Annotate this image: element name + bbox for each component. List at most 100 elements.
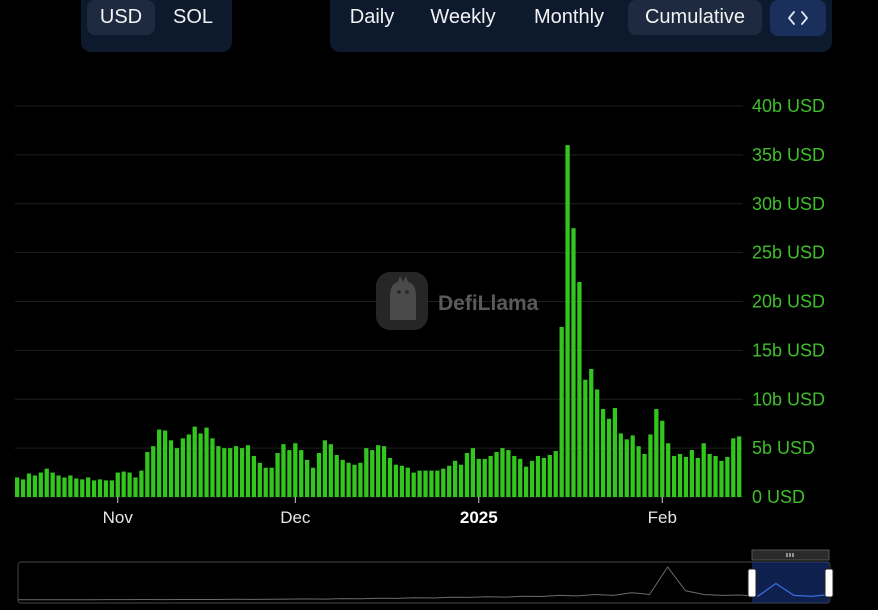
bar (370, 450, 375, 497)
bar (198, 433, 203, 497)
bar (683, 456, 689, 497)
bar (251, 455, 257, 497)
bar (399, 465, 404, 497)
bar (80, 479, 85, 497)
bar (541, 457, 547, 497)
bar (737, 436, 742, 497)
bar (257, 462, 262, 497)
bar (103, 480, 109, 497)
bar (642, 453, 647, 497)
overview-selection (752, 562, 829, 603)
bar (210, 438, 215, 497)
bar (524, 466, 529, 497)
y-tick-label: 15b USD (752, 340, 825, 360)
bar (464, 453, 470, 497)
bar (62, 477, 67, 497)
bar (86, 477, 91, 497)
bar (346, 462, 351, 497)
bar (376, 445, 381, 497)
y-tick-label: 10b USD (752, 389, 825, 409)
bar (458, 464, 464, 497)
bar (364, 448, 369, 498)
bar (186, 434, 191, 497)
bar (121, 471, 126, 497)
bar (725, 456, 730, 497)
y-tick-label: 35b USD (752, 145, 825, 165)
bar (713, 455, 718, 497)
llama-logo-icon (376, 272, 428, 330)
x-tick-label: Feb (648, 508, 677, 527)
bar-chart: DefiLlama 0 USD 5b USD 10b USD 15b USD 20b U… (15, 96, 834, 604)
bar (577, 281, 582, 497)
bar (305, 459, 310, 497)
bar (429, 470, 434, 497)
bar (677, 453, 683, 497)
bar (411, 472, 416, 497)
bar (583, 379, 588, 497)
bar (287, 450, 292, 497)
watermark-text: DefiLlama (438, 292, 539, 315)
bar (233, 446, 239, 497)
defillama-watermark: DefiLlama (376, 272, 539, 330)
bar (157, 429, 162, 497)
bar (334, 454, 339, 497)
bar (91, 480, 97, 497)
bar (216, 446, 221, 497)
bar (168, 440, 174, 497)
bar (488, 455, 493, 497)
bar (600, 409, 606, 497)
bar (245, 445, 251, 497)
bar (32, 475, 38, 497)
bar (228, 448, 233, 498)
bar (417, 470, 422, 497)
bar (518, 458, 523, 497)
overview-line (17, 566, 831, 601)
bar (293, 443, 298, 497)
bar (26, 473, 32, 497)
bar (666, 443, 671, 497)
bar (322, 440, 328, 497)
bar (38, 472, 43, 497)
bar (269, 467, 274, 497)
bar (636, 446, 641, 497)
bar (381, 446, 387, 497)
bar (695, 457, 700, 497)
x-tick-label: Nov (103, 508, 134, 527)
x-tick-label: 2025 (460, 508, 498, 527)
overview-brush[interactable] (17, 549, 834, 604)
bar (476, 458, 481, 497)
bar (340, 459, 345, 497)
bar (512, 455, 517, 497)
bar (44, 468, 49, 497)
bar (470, 448, 475, 498)
bar (145, 452, 150, 497)
overview-resize-handle (747, 568, 757, 598)
bar (358, 462, 363, 497)
bar (15, 477, 20, 497)
bar (565, 145, 570, 497)
bar (387, 457, 393, 497)
bar (127, 472, 132, 497)
bar (648, 434, 653, 497)
bar (180, 438, 185, 497)
bar (571, 228, 576, 497)
x-tick-label: Dec (280, 508, 311, 527)
bar (506, 450, 511, 497)
bar (133, 477, 138, 497)
bar (535, 455, 541, 497)
bar (192, 426, 197, 497)
bar (731, 438, 736, 497)
bar (393, 464, 399, 497)
bar (352, 464, 357, 497)
overview-resize-handle (824, 568, 834, 598)
y-tick-label: 5b USD (752, 438, 815, 458)
bar (500, 448, 505, 498)
y-tick-label: 25b USD (752, 243, 825, 263)
overview-frame (17, 561, 831, 604)
bar (204, 427, 209, 497)
bar (447, 465, 452, 497)
bar (263, 467, 268, 497)
bar (606, 418, 612, 497)
bar (671, 455, 677, 497)
bar (595, 389, 600, 497)
